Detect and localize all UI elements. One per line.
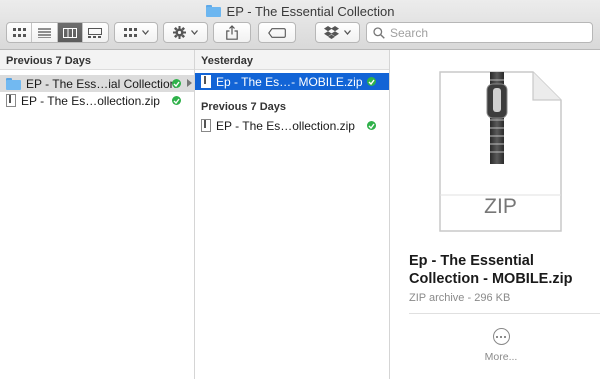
list-item-zip-selected[interactable]: Ep - The Es…- MOBILE.zip	[195, 73, 389, 90]
file-type-label: ZIP	[484, 195, 517, 218]
chevron-down-icon	[141, 30, 149, 35]
list-view-button[interactable]	[32, 23, 58, 42]
action-menu-button[interactable]	[163, 22, 208, 43]
item-name: Ep - The Es…- MOBILE.zip	[216, 74, 363, 89]
sync-check-icon	[367, 77, 376, 86]
item-name: EP - The Ess…ial Collection	[26, 76, 177, 91]
gallery-view-button[interactable]	[83, 23, 108, 42]
column-section-header: Previous 7 Days	[0, 50, 194, 70]
item-name: EP - The Es…ollection.zip	[21, 93, 160, 108]
search-field[interactable]	[366, 22, 593, 43]
tag-button[interactable]	[258, 22, 296, 43]
dropbox-button[interactable]	[315, 22, 360, 43]
folder-icon	[6, 77, 21, 90]
column-section-header: Previous 7 Days	[201, 101, 286, 113]
tag-icon	[268, 27, 286, 38]
list-item-folder[interactable]: EP - The Ess…ial Collection	[0, 75, 194, 92]
list-item-zip[interactable]: EP - The Es…ollection.zip	[0, 92, 194, 109]
zip-file-icon	[6, 94, 16, 107]
browser-column-2: Yesterday Ep - The Es…- MOBILE.zip Previ…	[195, 50, 390, 379]
icon-view-button[interactable]	[7, 23, 33, 42]
list-item-zip[interactable]: EP - The Es…ollection.zip	[195, 117, 389, 134]
more-label: More...	[484, 351, 518, 363]
chevron-down-icon	[191, 30, 198, 35]
arrange-button[interactable]	[114, 22, 158, 43]
share-icon	[226, 25, 238, 40]
browser-column-1: Previous 7 Days EP - The Ess…ial Collect…	[0, 50, 195, 379]
window-title-text: EP - The Essential Collection	[226, 3, 395, 19]
arrange-grid-icon	[123, 27, 137, 37]
icon-view-icon	[12, 27, 26, 37]
zip-file-icon	[201, 75, 211, 88]
preview-file-meta: ZIP archive - 296 KB	[409, 292, 511, 304]
zip-file-icon	[201, 119, 211, 132]
list-view-icon	[37, 27, 51, 38]
folder-icon	[205, 5, 221, 17]
sync-check-icon	[172, 96, 181, 105]
disclosure-arrow-icon	[187, 79, 192, 87]
gear-icon	[173, 26, 186, 39]
preview-file-name: Ep - The Essential Collection - MOBILE.z…	[409, 253, 573, 287]
divider	[409, 313, 600, 314]
column-view-button[interactable]	[57, 23, 83, 42]
view-mode-control	[6, 22, 109, 43]
more-button[interactable]: More...	[479, 328, 523, 368]
more-ellipsis-icon	[492, 328, 510, 345]
chevron-down-icon	[344, 30, 351, 35]
item-name: EP - The Es…ollection.zip	[216, 118, 355, 133]
gallery-view-icon	[88, 27, 103, 38]
window-title: EP - The Essential Collection	[0, 2, 600, 20]
column-section-header: Yesterday	[195, 50, 389, 70]
window-toolbar: EP - The Essential Collection	[0, 0, 600, 50]
search-icon	[373, 26, 385, 39]
sync-check-icon	[367, 121, 376, 130]
preview-pane: ZIP Ep - The Essential Collection - MOBI…	[391, 50, 600, 379]
share-button[interactable]	[213, 22, 251, 43]
column-view-icon	[62, 27, 77, 38]
dropbox-icon	[324, 26, 339, 39]
search-input[interactable]	[390, 25, 580, 40]
sync-check-icon	[172, 79, 181, 88]
